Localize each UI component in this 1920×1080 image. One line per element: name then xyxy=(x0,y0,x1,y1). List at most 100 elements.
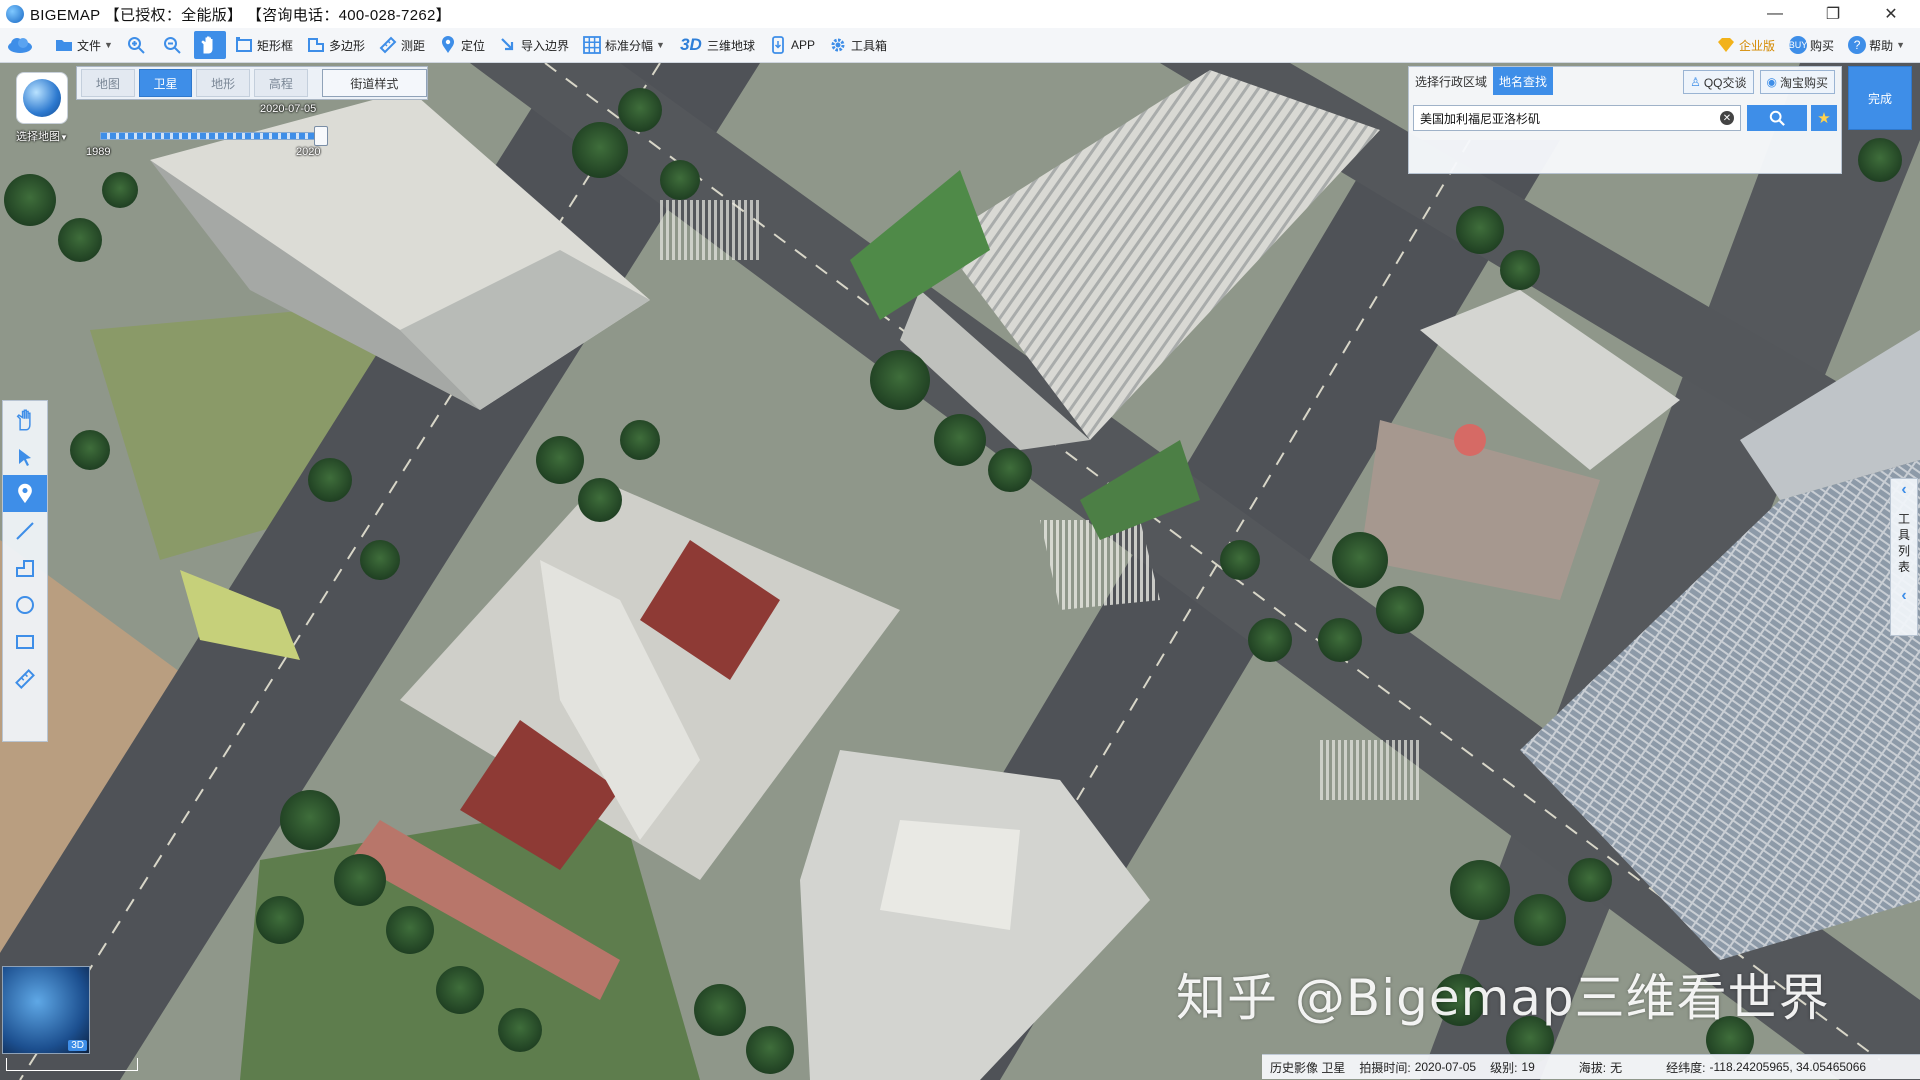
pan-button[interactable] xyxy=(193,31,226,59)
clear-icon[interactable]: ✕ xyxy=(1720,111,1734,125)
title-bar: BIGEMAP 【已授权：全能版】 【咨询电话：400-028-7262】 — … xyxy=(0,0,1920,28)
taobao-buy-label: 淘宝购买 xyxy=(1779,75,1828,90)
toolbox-label: 工具箱 xyxy=(850,38,887,53)
polyline-icon[interactable] xyxy=(3,549,47,586)
zoom-in-button[interactable] xyxy=(122,31,154,59)
standard-sheet-menu[interactable]: 标准分幅 ▼ xyxy=(578,31,670,59)
history-timeline: 2020-07-05 1989 2020 xyxy=(84,100,344,160)
measure-button[interactable]: 测距 xyxy=(374,31,430,59)
zoom-out-button[interactable] xyxy=(158,31,190,59)
map-type-tab-map[interactable]: 地图 xyxy=(81,69,135,97)
drawing-tools-dock xyxy=(2,400,48,742)
chevron-down-icon: ▼ xyxy=(60,133,68,142)
toolbox-button[interactable]: 工具箱 xyxy=(824,31,892,59)
minimize-button[interactable]: — xyxy=(1746,0,1804,28)
zoom-out-icon xyxy=(163,36,181,54)
grid-icon xyxy=(583,36,601,54)
search-panel-tabs: 选择行政区域 地名查找 xyxy=(1409,67,1554,95)
search-icon xyxy=(1769,110,1785,126)
zoom-level-value: 19 xyxy=(1521,1060,1535,1074)
diamond-icon xyxy=(1717,36,1735,54)
help-icon: ? xyxy=(1848,36,1867,54)
scale-bar xyxy=(6,1058,138,1071)
qq-icon: ♙ xyxy=(1690,75,1701,89)
restore-button[interactable]: ❐ xyxy=(1804,0,1862,28)
capture-time-label: 拍摄时间: xyxy=(1359,1060,1411,1075)
street-style-button[interactable]: 街道样式 xyxy=(321,69,428,97)
file-menu-label: 文件 xyxy=(77,38,102,53)
zoom-in-icon xyxy=(127,36,145,54)
timeline-current-date: 2020-07-05 xyxy=(260,103,317,115)
satellite-map[interactable] xyxy=(0,63,1920,1080)
location-pin-icon xyxy=(439,36,457,54)
app-button[interactable]: APP xyxy=(764,31,820,59)
tool-list-dock[interactable]: ‹ 工具列表 ‹ xyxy=(1890,478,1918,636)
capture-time-value: 2020-07-05 xyxy=(1414,1060,1477,1074)
locate-button[interactable]: 定位 xyxy=(434,31,490,59)
map-type-tab-satellite[interactable]: 卫星 xyxy=(138,69,193,97)
taobao-buy-link[interactable]: ◉ 淘宝购买 xyxy=(1759,70,1835,94)
gear-icon xyxy=(829,36,847,54)
pointer-icon[interactable] xyxy=(3,438,47,475)
toolbar-right: 企业版 BUY 购买 ? 帮助 ▼ xyxy=(1712,28,1914,62)
folder-icon xyxy=(55,36,73,54)
tool-list-label: 工具列表 xyxy=(1897,512,1910,574)
import-boundary-label: 导入边界 xyxy=(521,38,570,53)
imagery-type: 历史影像 卫星 xyxy=(1270,1060,1346,1075)
ruler-icon xyxy=(379,36,397,54)
tab-place-search[interactable]: 地名查找 xyxy=(1493,67,1554,95)
rectangle-select-icon xyxy=(235,36,253,54)
close-button[interactable]: ✕ xyxy=(1862,0,1920,28)
hand-icon[interactable] xyxy=(3,401,47,438)
phone-icon xyxy=(769,36,787,54)
help-label: 帮助 xyxy=(1869,38,1894,53)
rectangle-select-button[interactable]: 矩形框 xyxy=(230,31,298,59)
search-button[interactable] xyxy=(1747,105,1807,131)
map-type-switcher: 地图 卫星 地形 高程 街道样式 xyxy=(76,66,428,100)
map-source-globe-icon xyxy=(16,72,68,124)
marker-icon[interactable] xyxy=(3,475,47,512)
timeline-fill xyxy=(101,133,321,139)
polygon-button[interactable]: 多边形 xyxy=(302,31,370,59)
map-type-tab-terrain[interactable]: 地形 xyxy=(196,69,251,97)
standard-sheet-label: 标准分幅 xyxy=(605,38,654,53)
buy-button[interactable]: BUY 购买 xyxy=(1784,31,1839,59)
search-panel: 选择行政区域 地名查找 ♙ QQ交谈 ◉ 淘宝购买 美国加利福尼亚洛杉矶 ✕ ★ xyxy=(1408,66,1842,174)
map-type-tab-elevation[interactable]: 高程 xyxy=(254,69,308,97)
map-selector[interactable]: 选择地图▼ xyxy=(10,72,74,150)
timeline-end-year: 2020 xyxy=(296,146,321,158)
chevron-down-icon: ▼ xyxy=(104,40,113,50)
chevron-down-icon: ▼ xyxy=(656,40,665,50)
rectangle-icon[interactable] xyxy=(3,623,47,660)
done-button[interactable]: 完成 xyxy=(1848,66,1912,130)
chevron-down-icon: ▼ xyxy=(1896,40,1905,50)
support-links: ♙ QQ交谈 ◉ 淘宝购买 xyxy=(1677,70,1835,94)
cloud-menu-icon[interactable] xyxy=(4,30,36,60)
qq-chat-link[interactable]: ♙ QQ交谈 xyxy=(1683,70,1754,94)
favorite-star-button[interactable]: ★ xyxy=(1811,105,1837,131)
place-search-input[interactable]: 美国加利福尼亚洛杉矶 ✕ xyxy=(1413,105,1741,131)
tab-admin-region[interactable]: 选择行政区域 xyxy=(1409,67,1493,95)
3d-globe-button[interactable]: 3D 三维地球 xyxy=(674,31,760,59)
main-toolbar: 文件 ▼ 矩形框 多边形 测距 定位 导入边界 标准分幅 ▼ 3D 三维地球 A… xyxy=(0,28,1920,63)
status-bar: 历史影像 卫星 拍摄时间: 2020-07-05 级别: 19 海拔: 无 经纬… xyxy=(1262,1054,1920,1079)
overview-globe-minimap[interactable]: 3D xyxy=(2,966,90,1054)
timeline-slider-handle[interactable] xyxy=(314,126,328,146)
enterprise-button[interactable]: 企业版 xyxy=(1712,31,1780,59)
chevron-left-icon[interactable]: ‹ xyxy=(1891,585,1917,607)
help-menu[interactable]: ? 帮助 ▼ xyxy=(1843,31,1910,59)
star-icon: ★ xyxy=(1817,110,1831,127)
enterprise-label: 企业版 xyxy=(1739,38,1776,53)
coordinates-label: 经纬度: xyxy=(1666,1060,1706,1075)
circle-icon[interactable] xyxy=(3,586,47,623)
line-icon[interactable] xyxy=(3,512,47,549)
chevron-left-icon[interactable]: ‹ xyxy=(1891,479,1917,501)
watermark: 知乎 @Bigemap三维看世界 xyxy=(1176,969,1830,1027)
ruler-icon[interactable] xyxy=(3,660,47,697)
timeline-track[interactable] xyxy=(100,126,328,146)
import-icon xyxy=(499,36,517,54)
import-boundary-button[interactable]: 导入边界 xyxy=(494,31,574,59)
file-menu[interactable]: 文件 ▼ xyxy=(50,31,118,59)
3d-icon: 3D xyxy=(680,35,702,54)
polygon-label: 多边形 xyxy=(328,38,365,53)
